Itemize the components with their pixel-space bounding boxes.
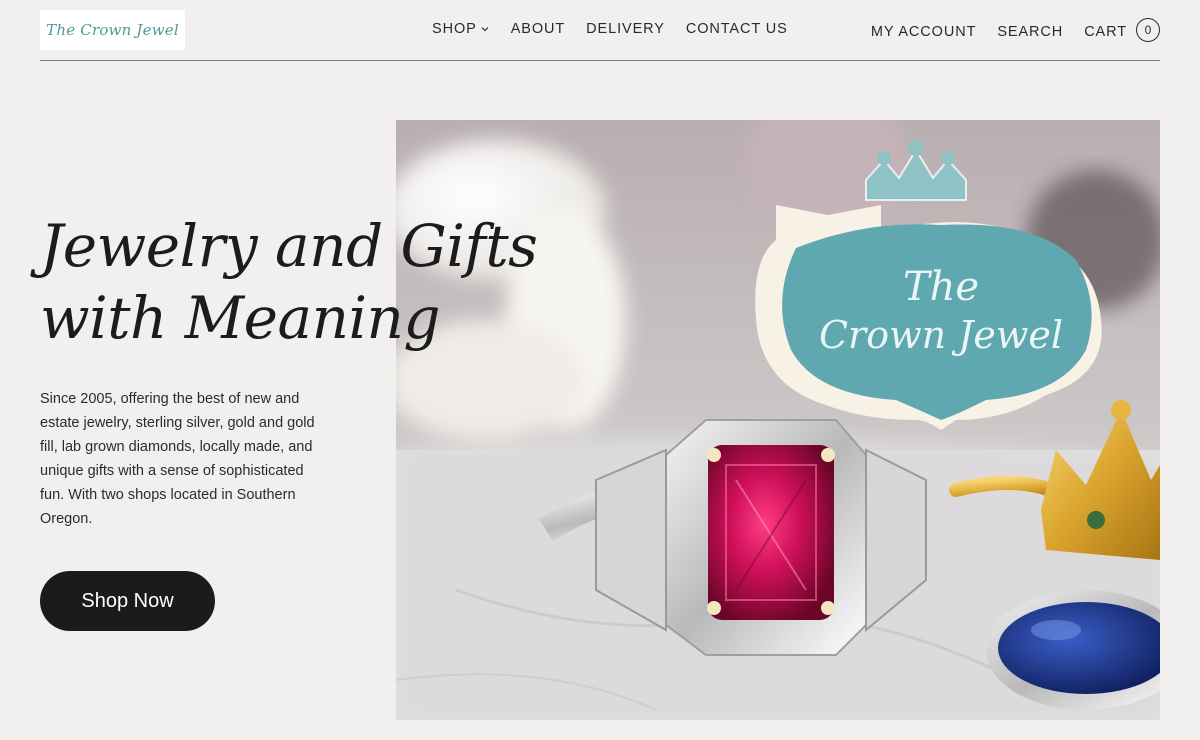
hero-description: Since 2005, offering the best of new and…: [40, 391, 315, 527]
nav-item-contact-us[interactable]: CONTACT US: [686, 21, 788, 37]
hero-title: Jewelry and Gifts with Meaning: [40, 210, 600, 354]
nav-item-shop[interactable]: SHOP: [432, 21, 490, 37]
my-account-link[interactable]: MY ACCOUNT: [871, 24, 976, 40]
cart-label: CART: [1084, 23, 1127, 40]
nav-item-delivery[interactable]: DELIVERY: [586, 21, 665, 37]
nav-item-shop-label: SHOP: [432, 21, 477, 37]
site-logo[interactable]: The Crown Jewel: [40, 10, 185, 50]
utility-nav: MY ACCOUNT SEARCH CART 0: [850, 18, 1160, 42]
hero-title-line-1: Jewelry and Gifts: [40, 212, 538, 280]
sign-text-crown-jewel: Crown Jewel: [819, 313, 1063, 357]
sign-text-the: The: [903, 264, 979, 310]
chevron-down-icon: [481, 27, 489, 32]
hero-title-line-2: with Meaning: [40, 284, 440, 352]
logo-text: The Crown Jewel: [46, 21, 179, 39]
main-nav: SHOP ABOUT DELIVERY CONTACT US: [432, 21, 809, 37]
cart-count-badge: 0: [1136, 18, 1160, 42]
search-link[interactable]: SEARCH: [997, 24, 1063, 40]
nav-item-about[interactable]: ABOUT: [511, 21, 565, 37]
site-header: The Crown Jewel SHOP ABOUT DELIVERY CONT…: [40, 0, 1160, 61]
shop-now-button[interactable]: Shop Now: [40, 571, 215, 631]
cart-link[interactable]: CART 0: [1084, 18, 1160, 42]
